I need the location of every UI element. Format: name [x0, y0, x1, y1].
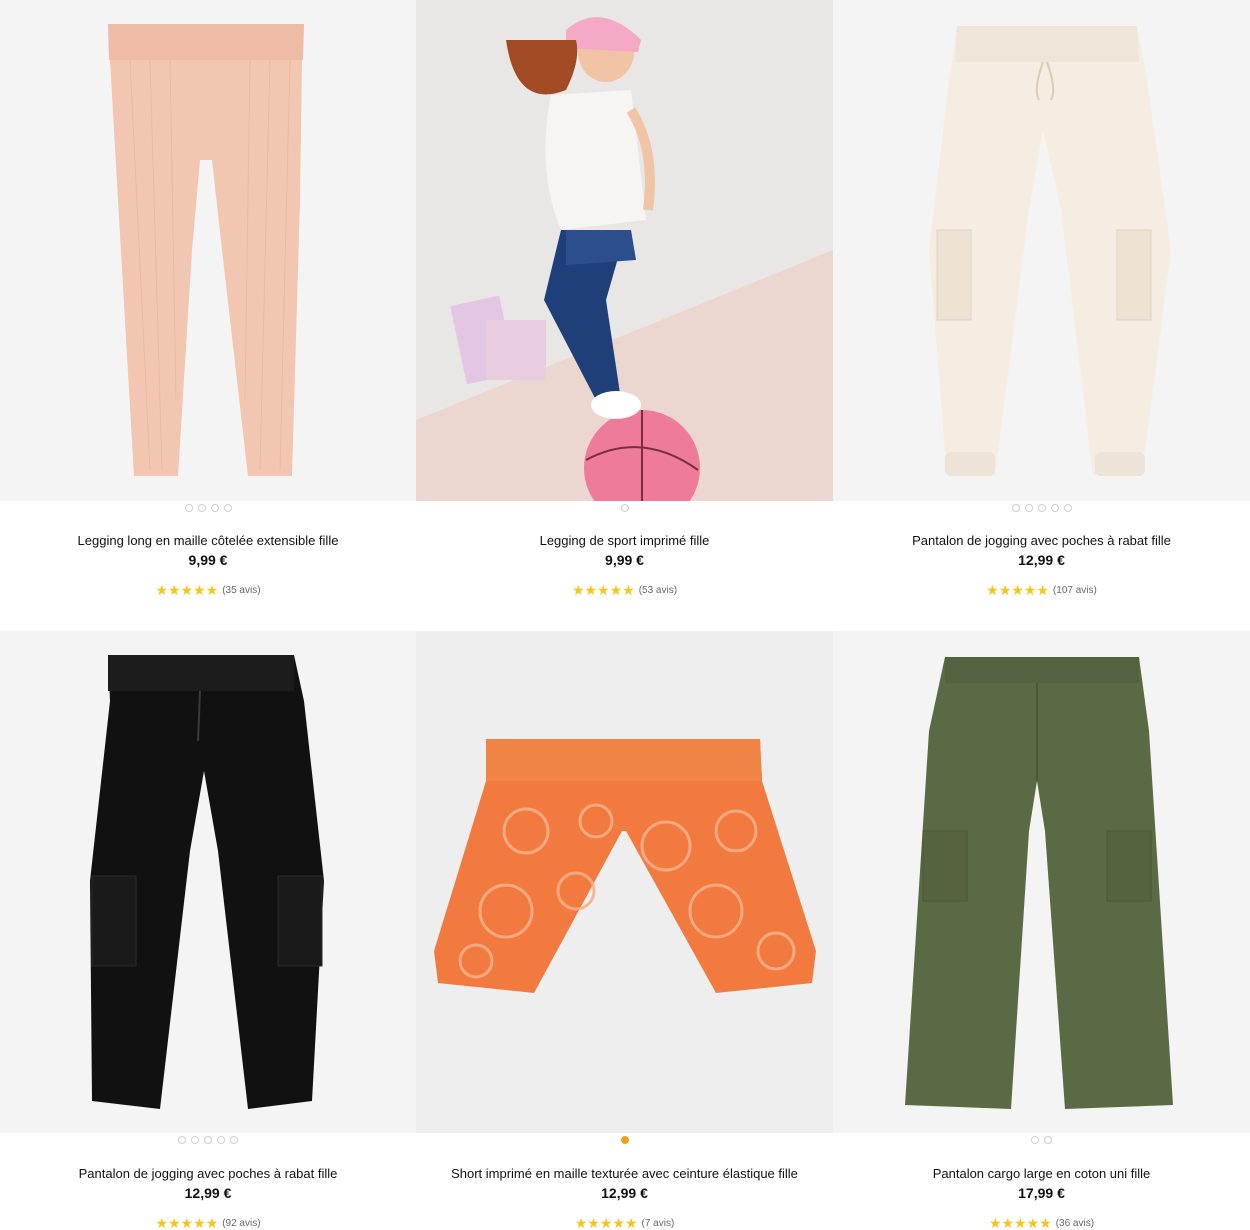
carousel-dot[interactable] — [178, 1136, 186, 1144]
carousel-dot[interactable] — [210, 504, 219, 512]
carousel-dot[interactable] — [184, 504, 193, 512]
review-count[interactable]: (107 avis) — [1053, 585, 1097, 596]
review-count[interactable]: (35 avis) — [222, 585, 260, 596]
review-count[interactable]: (7 avis) — [641, 1218, 674, 1229]
carousel-dot[interactable] — [1011, 504, 1020, 512]
product-card[interactable]: Short imprimé en maille texturée avec ce… — [416, 631, 833, 1230]
star-rating-icon: ★★★★★ — [988, 1215, 1052, 1230]
star-rating-icon: ★★★★★ — [571, 582, 635, 598]
carousel-dots — [0, 1136, 416, 1146]
product-rating: ★★★★★ (7 avis) — [416, 1216, 833, 1230]
product-grid: Legging long en maille côtelée extensibl… — [0, 0, 1250, 1230]
carousel-dot[interactable] — [620, 504, 629, 512]
product-card[interactable]: Pantalon de jogging avec poches à rabat … — [0, 631, 416, 1230]
product-image[interactable] — [0, 631, 416, 1133]
product-title[interactable]: Pantalon de jogging avec poches à rabat … — [0, 1166, 416, 1181]
carousel-dot[interactable] — [1037, 504, 1046, 512]
carousel-dot[interactable] — [204, 1136, 212, 1144]
product-image[interactable] — [416, 0, 833, 501]
review-count[interactable]: (92 avis) — [222, 1218, 260, 1229]
product-rating: ★★★★★ (35 avis) — [0, 583, 416, 597]
carousel-dot[interactable] — [191, 1136, 199, 1144]
star-rating-icon: ★★★★★ — [155, 582, 219, 598]
carousel-dot[interactable] — [1044, 1136, 1052, 1144]
product-rating: ★★★★★ (107 avis) — [833, 583, 1250, 597]
carousel-dot[interactable] — [217, 1136, 225, 1144]
carousel-dot[interactable] — [1063, 504, 1072, 512]
carousel-dot[interactable] — [1031, 1136, 1039, 1144]
star-rating-icon: ★★★★★ — [574, 1215, 638, 1230]
product-card[interactable]: Legging long en maille côtelée extensibl… — [0, 0, 416, 631]
product-price: 12,99 € — [601, 1185, 648, 1201]
review-count[interactable]: (36 avis) — [1056, 1218, 1094, 1229]
carousel-dots — [833, 1136, 1250, 1146]
carousel-dot[interactable] — [1050, 504, 1059, 512]
product-image[interactable] — [833, 0, 1250, 501]
product-rating: ★★★★★ (53 avis) — [416, 583, 833, 597]
product-title[interactable]: Short imprimé en maille texturée avec ce… — [416, 1166, 833, 1181]
product-title[interactable]: Legging de sport imprimé fille — [416, 533, 833, 548]
product-card[interactable]: Pantalon cargo large en coton uni fille … — [833, 631, 1250, 1230]
product-card[interactable]: Legging de sport imprimé fille 9,99 € ★★… — [416, 0, 833, 631]
carousel-dot[interactable] — [230, 1136, 238, 1144]
product-image[interactable] — [0, 0, 416, 501]
product-price: 12,99 € — [1018, 552, 1065, 568]
star-rating-icon: ★★★★★ — [155, 1215, 219, 1230]
carousel-dots — [833, 504, 1250, 514]
carousel-dots — [416, 504, 833, 514]
product-price: 17,99 € — [1018, 1185, 1065, 1201]
product-price: 9,99 € — [605, 552, 644, 568]
carousel-dots — [416, 1136, 833, 1146]
product-image[interactable] — [416, 631, 833, 1133]
product-card[interactable]: Pantalon de jogging avec poches à rabat … — [833, 0, 1250, 631]
product-rating: ★★★★★ (92 avis) — [0, 1216, 416, 1230]
carousel-dot-active[interactable] — [620, 1136, 629, 1144]
carousel-dot[interactable] — [223, 504, 232, 512]
carousel-dot[interactable] — [197, 504, 206, 512]
product-image[interactable] — [833, 631, 1250, 1133]
product-rating: ★★★★★ (36 avis) — [833, 1216, 1250, 1230]
product-title[interactable]: Pantalon cargo large en coton uni fille — [833, 1166, 1250, 1181]
carousel-dot[interactable] — [1024, 504, 1033, 512]
product-title[interactable]: Pantalon de jogging avec poches à rabat … — [833, 533, 1250, 548]
star-rating-icon: ★★★★★ — [986, 582, 1049, 598]
product-title[interactable]: Legging long en maille côtelée extensibl… — [0, 533, 416, 548]
carousel-dots — [0, 504, 416, 514]
review-count[interactable]: (53 avis) — [639, 585, 677, 596]
product-price: 12,99 € — [184, 1185, 232, 1201]
product-price: 9,99 € — [188, 552, 228, 568]
